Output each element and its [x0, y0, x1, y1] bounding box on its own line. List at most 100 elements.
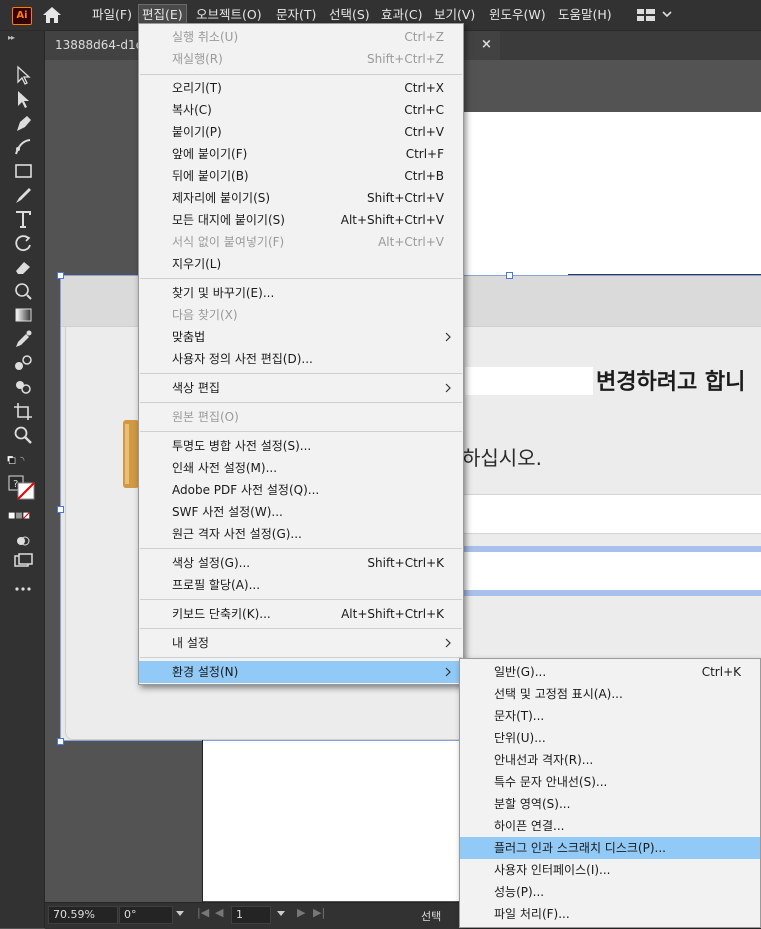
menu-item-pdf-presets[interactable]: Adobe PDF 사전 설정(Q)... — [139, 479, 463, 501]
direct-selection-tool-icon[interactable] — [12, 89, 34, 109]
warp-tool-icon[interactable] — [12, 281, 34, 301]
placed-image-heading: 변경하려고 합니 — [596, 370, 746, 395]
chevron-right-icon — [445, 638, 451, 648]
menu-item-cut[interactable]: 오리기(T) Ctrl+X — [139, 77, 463, 99]
zoom-field[interactable]: 70.59% — [48, 906, 118, 924]
submenu-item-plugins-scratch-disks[interactable]: 플러그 인과 스크래치 디스크(P)... — [460, 837, 760, 859]
menu-item-edit-custom-dictionary[interactable]: 사용자 정의 사전 편집(D)... — [139, 348, 463, 370]
menu-item-spelling[interactable]: 맞춤법 — [139, 326, 463, 348]
menu-item-undo[interactable]: 실행 취소(U) Ctrl+Z — [139, 26, 463, 48]
menu-window[interactable]: 윈도우(W) — [489, 4, 546, 26]
menu-separator — [140, 278, 462, 279]
next-artboard-icon[interactable]: ▶ — [297, 906, 305, 919]
pen-tool-icon[interactable] — [12, 113, 34, 133]
menu-item-assign-profile[interactable]: 프로필 할당(A)... — [139, 574, 463, 596]
panel-collapse-icon[interactable]: ▸▸ — [8, 33, 15, 42]
menu-separator — [140, 657, 462, 658]
selection-handle[interactable] — [57, 272, 64, 279]
menu-item-preferences[interactable]: 환경 설정(N) — [139, 661, 463, 683]
menu-item-paste-in-place[interactable]: 제자리에 붙이기(S) Shift+Ctrl+V — [139, 187, 463, 209]
menu-item-keyboard-shortcuts[interactable]: 키보드 단축키(K)... Alt+Shift+Ctrl+K — [139, 603, 463, 625]
menu-separator — [140, 628, 462, 629]
status-mode[interactable]: 선택 — [421, 908, 441, 924]
submenu-item-file-handling[interactable]: 파일 처리(F)... — [460, 903, 760, 925]
first-artboard-icon[interactable]: |◀ — [197, 906, 209, 919]
submenu-item-type[interactable]: 문자(T)... — [460, 705, 760, 727]
menu-item-color-settings[interactable]: 색상 설정(G)... Shift+Ctrl+K — [139, 552, 463, 574]
submenu-item-user-interface[interactable]: 사용자 인터페이스(I)... — [460, 859, 760, 881]
previous-artboard-icon[interactable]: ◀ — [215, 906, 223, 919]
submenu-item-smart-guides[interactable]: 특수 문자 안내선(S)... — [460, 771, 760, 793]
menu-item-paste-in-back[interactable]: 뒤에 붙이기(B) Ctrl+B — [139, 165, 463, 187]
paintbrush-tool-icon[interactable] — [12, 185, 34, 205]
chevron-down-icon[interactable] — [277, 911, 285, 917]
zoom-tool-icon[interactable] — [12, 425, 34, 445]
menu-item-edit-original[interactable]: 원본 편집(O) — [139, 406, 463, 428]
gradient-tool-icon[interactable] — [12, 305, 34, 325]
submenu-item-selection-anchor-display[interactable]: 선택 및 고정점 표시(A)... — [460, 683, 760, 705]
menu-item-print-presets[interactable]: 인쇄 사전 설정(M)... — [139, 457, 463, 479]
menu-help[interactable]: 도움말(H) — [558, 4, 612, 26]
menu-item-my-settings[interactable]: 내 설정 — [139, 632, 463, 654]
artboard-edge — [202, 740, 203, 902]
home-icon[interactable] — [42, 6, 62, 24]
blend-tool-icon[interactable] — [12, 353, 34, 373]
submenu-item-hyphenation[interactable]: 하이픈 연결... — [460, 815, 760, 837]
color-mode-icon[interactable] — [8, 507, 38, 527]
selection-handle[interactable] — [57, 506, 64, 513]
submenu-item-general[interactable]: 일반(G)... Ctrl+K — [460, 661, 760, 683]
placed-image-field — [464, 494, 761, 534]
menu-item-clear[interactable]: 지우기(L) — [139, 253, 463, 275]
menu-separator — [140, 74, 462, 75]
selection-handle[interactable] — [57, 738, 64, 745]
rotate-tool-icon[interactable] — [12, 233, 34, 253]
illustrator-logo: Ai — [12, 7, 32, 25]
chevron-right-icon — [445, 332, 451, 342]
swap-fill-stroke-icon[interactable] — [6, 451, 40, 471]
fill-stroke-swatch-icon[interactable]: ? — [8, 475, 38, 501]
more-tools-icon[interactable] — [12, 579, 34, 599]
submenu-item-units[interactable]: 단위(U)... — [460, 727, 760, 749]
menu-item-paste[interactable]: 붙이기(P) Ctrl+V — [139, 121, 463, 143]
chevron-right-icon — [445, 667, 451, 677]
menu-item-transparency-flattener-presets[interactable]: 투명도 병합 사전 설정(S)... — [139, 435, 463, 457]
selection-tool-icon[interactable] — [12, 65, 34, 85]
submenu-item-guides-grid[interactable]: 안내선과 격자(R)... — [460, 749, 760, 771]
menu-item-paste-on-all-artboards[interactable]: 모든 대지에 붙이기(S) Alt+Shift+Ctrl+V — [139, 209, 463, 231]
last-artboard-icon[interactable]: ▶| — [313, 906, 325, 919]
workspace-switcher-icon[interactable] — [636, 7, 656, 23]
menu-separator — [140, 548, 462, 549]
menu-item-swf-presets[interactable]: SWF 사전 설정(W)... — [139, 501, 463, 523]
menu-item-perspective-grid-presets[interactable]: 원근 격자 사전 설정(G)... — [139, 523, 463, 545]
menu-item-redo[interactable]: 재실행(R) Shift+Ctrl+Z — [139, 48, 463, 70]
submenu-item-performance[interactable]: 성능(P)... — [460, 881, 760, 903]
menu-item-edit-colors[interactable]: 색상 편집 — [139, 377, 463, 399]
document-tab-name: 13888d64-d1e — [55, 38, 144, 52]
menu-item-paste-in-front[interactable]: 앞에 붙이기(F) Ctrl+F — [139, 143, 463, 165]
rectangle-tool-icon[interactable] — [12, 161, 34, 181]
close-icon[interactable]: × — [481, 37, 492, 52]
submenu-item-slices[interactable]: 분할 영역(S)... — [460, 793, 760, 815]
chevron-down-icon[interactable] — [176, 911, 184, 917]
artboard-tool-icon[interactable] — [12, 401, 34, 421]
type-tool-icon[interactable] — [12, 209, 34, 229]
placed-image-message: 하십시오. — [462, 446, 542, 470]
menu-item-copy[interactable]: 복사(C) Ctrl+C — [139, 99, 463, 121]
menu-item-find-next[interactable]: 다음 찾기(X) — [139, 304, 463, 326]
menu-item-paste-without-formatting[interactable]: 서식 없이 붙여넣기(F) Alt+Ctrl+V — [139, 231, 463, 253]
preferences-submenu: 일반(G)... Ctrl+K 선택 및 고정점 표시(A)... 문자(T)..… — [459, 658, 761, 928]
curvature-tool-icon[interactable] — [12, 137, 34, 157]
chevron-down-icon[interactable] — [662, 9, 672, 19]
screen-mode-icon[interactable] — [12, 551, 34, 571]
shape-builder-tool-icon[interactable] — [12, 377, 34, 397]
placed-image-field-highlighted — [464, 546, 761, 596]
menu-item-find-replace[interactable]: 찾기 및 바꾸기(E)... — [139, 282, 463, 304]
eraser-tool-icon[interactable] — [12, 257, 34, 277]
placed-image-mask — [465, 367, 593, 395]
rotation-field[interactable]: 0° — [119, 906, 173, 924]
artboard-number-field[interactable]: 1 — [231, 906, 271, 924]
menu-file[interactable]: 파일(F) — [92, 4, 132, 26]
eyedropper-tool-icon[interactable] — [12, 329, 34, 349]
selection-handle[interactable] — [506, 272, 513, 279]
draw-mode-icon[interactable] — [12, 531, 34, 551]
